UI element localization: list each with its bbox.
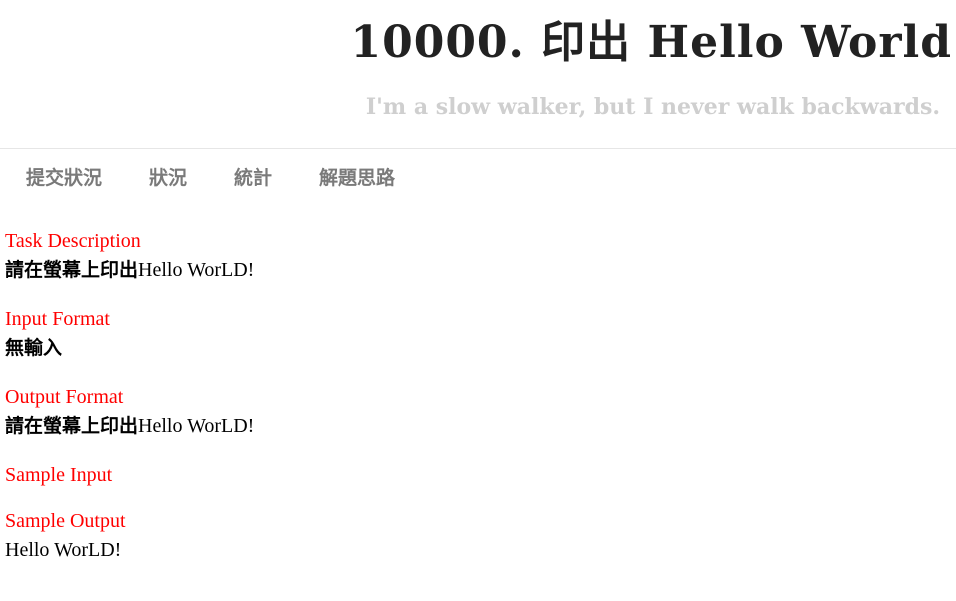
input-format-body: 無輸入 [5, 333, 956, 363]
site-header: 10000. 印出 Hello World I'm a slow walker,… [0, 0, 956, 149]
task-description-body: 請在螢幕上印出Hello WorLD! [5, 255, 956, 285]
output-format-title: Output Format [5, 386, 124, 408]
sample-output-title: Sample Output [5, 510, 126, 532]
output-format-text-latin: Hello WorLD! [138, 415, 255, 437]
sample-output-section: Sample Output Hello WorLD! [5, 507, 956, 565]
sample-output-body: Hello WorLD! [5, 539, 122, 561]
nav-item-submission-status[interactable]: 提交狀況 [26, 163, 102, 190]
task-description-text-latin: Hello WorLD! [138, 259, 255, 281]
nav-item-statistics[interactable]: 統計 [234, 163, 272, 190]
sample-input-title: Sample Input [5, 464, 113, 486]
sample-input-section: Sample Input [5, 461, 956, 489]
input-format-section: Input Format 無輸入 [5, 305, 956, 363]
input-format-title: Input Format [5, 308, 110, 330]
task-description-section: Task Description 請在螢幕上印出Hello WorLD! [5, 227, 956, 285]
task-description-text-cjk: 請在螢幕上印出 [5, 259, 139, 281]
problem-nav: 提交狀況 狀況 統計 解題思路 [0, 149, 956, 203]
problem-content: Task Description 請在螢幕上印出Hello WorLD! Inp… [0, 203, 956, 565]
task-description-title: Task Description [5, 230, 141, 252]
nav-item-solution-ideas[interactable]: 解題思路 [319, 163, 395, 190]
nav-item-status[interactable]: 狀況 [149, 163, 187, 190]
output-format-text-cjk: 請在螢幕上印出 [5, 415, 139, 437]
page-title: 10000. 印出 Hello World [350, 17, 952, 68]
output-format-body: 請在螢幕上印出Hello WorLD! [5, 411, 956, 441]
site-tagline: I'm a slow walker, but I never walk back… [365, 94, 940, 120]
input-format-text: 無輸入 [5, 337, 63, 359]
output-format-section: Output Format 請在螢幕上印出Hello WorLD! [5, 383, 956, 441]
